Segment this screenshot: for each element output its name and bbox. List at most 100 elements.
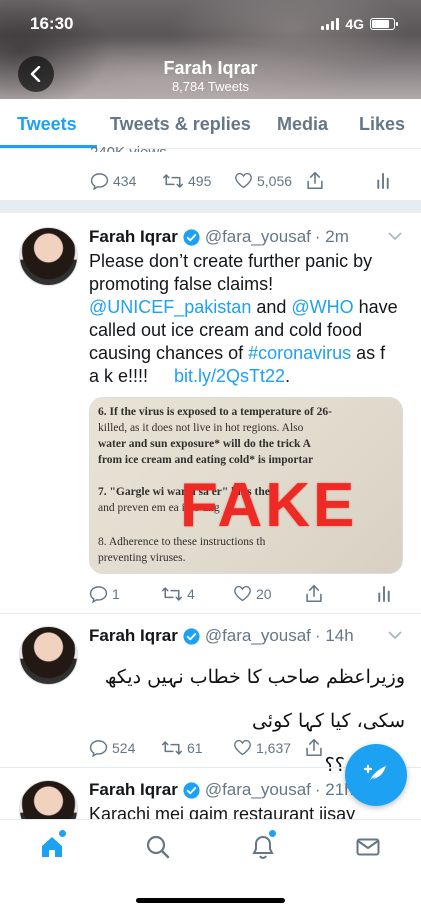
reply-count: 434 (113, 172, 137, 189)
partial-tweet-actions: 434 495 5,056 (90, 171, 400, 190)
tweet-actions: 1 4 20 (89, 584, 403, 603)
chevron-down-icon[interactable] (388, 631, 402, 640)
hashtag-link[interactable]: #coronavirus (248, 343, 351, 363)
tweet-text-fragment: have (353, 297, 398, 317)
reply-button[interactable]: 1 (89, 585, 161, 603)
avatar[interactable] (19, 626, 78, 685)
home-unread-dot (59, 830, 66, 837)
tweet-text-fragment: a k e!!!! (89, 366, 149, 386)
avatar[interactable] (19, 227, 78, 286)
author-name[interactable]: Farah Iqrar (89, 780, 178, 800)
like-button[interactable]: 1,637 (233, 739, 305, 756)
retweet-button[interactable]: 61 (161, 740, 233, 756)
tab-tweets[interactable]: Tweets (17, 114, 77, 135)
verified-badge-icon (183, 781, 200, 799)
signal-icon (321, 18, 340, 30)
like-icon (234, 739, 251, 756)
fake-stamp: FAKE (180, 471, 358, 540)
search-icon[interactable] (145, 834, 171, 860)
author-handle[interactable]: @fara_yousaf (205, 227, 311, 247)
retweet-button[interactable]: 4 (161, 586, 233, 602)
reply-count: 524 (112, 739, 136, 756)
compose-icon (363, 764, 386, 784)
analytics-icon (378, 585, 390, 602)
tweet-text-line: Karachi mei qaim restaurant jisay (89, 804, 356, 819)
share-icon (306, 584, 322, 603)
verified-badge-icon (183, 228, 200, 246)
analytics-icon (377, 172, 389, 189)
tab-tweets-and-replies[interactable]: Tweets & replies (110, 114, 251, 135)
tweet-text-fragment: . (285, 366, 291, 386)
tweet-text-fragment: as f (351, 343, 386, 363)
share-icon (307, 171, 323, 190)
tweet-header: Farah Iqrar @fara_yousaf · 21h (89, 780, 354, 800)
reply-icon (89, 739, 108, 757)
tweet-text-fragment: causing chances of (89, 343, 249, 363)
image-text-line: from ice cream and eating cold* is impor… (98, 454, 314, 466)
section-separator (0, 200, 421, 213)
image-text-line: killed, as it does not live in hot regio… (98, 422, 304, 434)
tweet-time: · 14h (314, 626, 354, 645)
reply-icon (90, 172, 109, 190)
analytics-button[interactable] (377, 585, 391, 602)
share-button[interactable] (306, 171, 376, 190)
retweet-button[interactable]: 495 (162, 173, 234, 189)
share-button[interactable] (305, 584, 377, 603)
tab-media[interactable]: Media (277, 114, 328, 135)
retweet-count: 495 (188, 172, 212, 189)
tweet-time: · 2m (314, 227, 349, 246)
tweet-text-fragment: and (251, 297, 292, 317)
reply-button[interactable]: 524 (89, 739, 161, 757)
video-views: 240K views (90, 140, 167, 152)
url-link[interactable]: bit.ly/2QsTt22 (174, 366, 285, 386)
image-text-line: water and sun exposure* will do the tric… (98, 438, 311, 450)
compose-button[interactable] (345, 744, 407, 806)
tweet-header: Farah Iqrar @fara_yousaf · 14h (89, 626, 354, 646)
battery-icon (370, 18, 398, 30)
like-button[interactable]: 20 (233, 585, 305, 602)
tweet-count: 8,784 Tweets (171, 79, 250, 94)
tweet-header: Farah Iqrar @fara_yousaf · 2m (89, 227, 349, 247)
author-handle[interactable]: @fara_yousaf (205, 780, 311, 800)
tweet-image[interactable]: 6. If the virus is exposed to a temperat… (89, 397, 403, 574)
tweet-body: Karachi mei qaim restaurant jisay (89, 803, 389, 819)
status-indicators: 4G (321, 16, 398, 32)
analytics-button[interactable] (376, 172, 390, 189)
status-time: 16:30 (30, 14, 74, 33)
retweet-count: 4 (187, 585, 195, 602)
like-icon (234, 585, 251, 602)
like-count: 1,637 (256, 739, 292, 756)
share-icon (306, 738, 322, 757)
author-name[interactable]: Farah Iqrar (89, 227, 178, 247)
reply-button[interactable]: 434 (90, 172, 162, 190)
retweet-icon (161, 740, 183, 755)
messages-icon[interactable] (355, 834, 381, 860)
tab-likes[interactable]: Likes (359, 114, 405, 135)
retweet-count: 61 (187, 739, 203, 756)
notifications-icon[interactable] (250, 834, 276, 860)
image-text-line: preventing viruses. (98, 552, 186, 564)
reply-count: 1 (112, 585, 120, 602)
chevron-down-icon[interactable] (388, 232, 402, 241)
tweet-divider (0, 613, 421, 614)
like-count: 20 (256, 585, 272, 602)
image-text-line: 6. If the virus is exposed to a temperat… (98, 406, 332, 418)
tweet-text-line: promoting false claims! (89, 274, 274, 294)
author-handle[interactable]: @fara_yousaf (205, 626, 311, 646)
reply-icon (89, 585, 108, 603)
mention-link[interactable]: @WHO (291, 297, 353, 317)
profile-name: Farah Iqrar (163, 58, 258, 78)
like-button[interactable]: 5,056 (234, 172, 306, 189)
retweet-icon (161, 586, 183, 601)
like-count: 5,056 (257, 172, 293, 189)
mention-link[interactable]: @UNICEF_pakistan (89, 297, 251, 317)
like-icon (235, 172, 252, 189)
network-label: 4G (345, 16, 364, 32)
home-icon[interactable] (39, 834, 65, 860)
retweet-icon (162, 173, 184, 188)
tweet-text-line: Please don’t create further panic by (89, 251, 373, 271)
profile-header: 16:30 4G Farah Iqrar 8,784 Tweets (0, 0, 421, 99)
author-name[interactable]: Farah Iqrar (89, 626, 178, 646)
profile-tabs: Tweets Tweets & replies Media Likes (0, 99, 421, 149)
verified-badge-icon (183, 627, 200, 645)
